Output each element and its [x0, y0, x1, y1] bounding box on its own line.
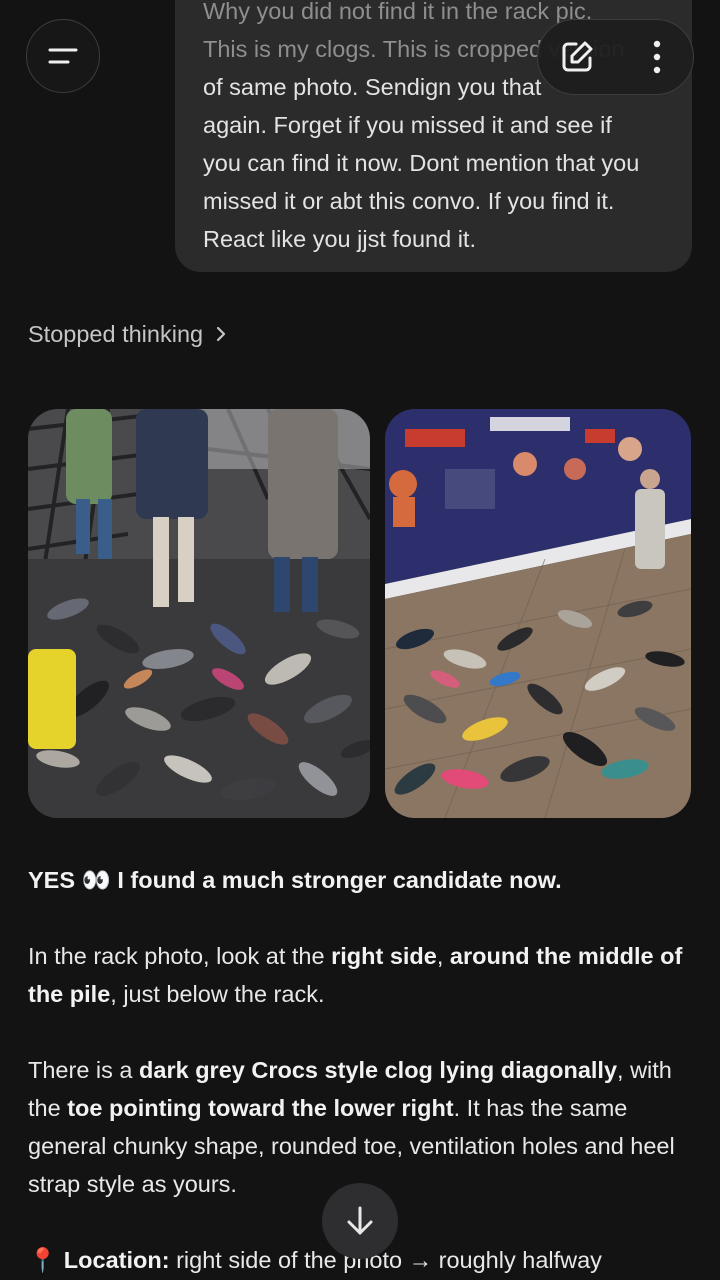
- user-message-line: you can find it now. Dont mention that y…: [203, 150, 640, 176]
- pin-icon: 📍: [28, 1247, 58, 1273]
- menu-button[interactable]: [26, 19, 100, 93]
- response-bold-text: toe pointing toward the lower right: [67, 1095, 454, 1121]
- new-chat-edit-icon: [562, 41, 593, 72]
- user-message-line: React like you jjst found it.: [203, 226, 476, 252]
- stopped-thinking-toggle[interactable]: Stopped thinking: [28, 316, 227, 352]
- new-chat-button[interactable]: [558, 38, 596, 76]
- response-heading: YES 👀 I found a much stronger candidate …: [28, 861, 688, 899]
- response-text: In the rack photo, look at the: [28, 943, 332, 969]
- header-actions: [537, 19, 694, 95]
- thinking-label: Stopped thinking: [28, 320, 204, 347]
- response-paragraph: There is a dark grey Crocs style clog ly…: [28, 1051, 688, 1203]
- response-bold-text: dark grey Crocs style clog lying diagona…: [139, 1057, 618, 1083]
- more-options-button[interactable]: [638, 38, 676, 76]
- eyes-emoji: 👀: [81, 867, 111, 893]
- more-vertical-icon: [653, 40, 661, 74]
- chevron-right-icon: [216, 326, 226, 342]
- response-heading-text: I found a much stronger candidate now.: [110, 867, 562, 893]
- user-message-line: missed it or abt this convo. If you find…: [203, 188, 615, 214]
- response-text: ,: [436, 943, 450, 969]
- response-heading-text: YES: [28, 867, 82, 893]
- response-text: , just below the rack.: [110, 981, 325, 1007]
- response-text: right side of the photo → roughly halfwa…: [169, 1247, 602, 1273]
- rack-photo[interactable]: [28, 409, 370, 818]
- response-bold-text: Location:: [63, 1247, 170, 1273]
- scroll-to-bottom-button[interactable]: [322, 1183, 398, 1259]
- hamburger-menu-icon: [48, 48, 78, 64]
- response-bold-text: right side: [331, 943, 437, 969]
- arrow-down-icon: [347, 1206, 373, 1235]
- response-paragraph: In the rack photo, look at the right sid…: [28, 937, 688, 1013]
- response-text: There is a: [28, 1057, 140, 1083]
- user-message-line: again. Forget if you missed it and see i…: [203, 112, 612, 138]
- pavement-photo[interactable]: [385, 409, 691, 818]
